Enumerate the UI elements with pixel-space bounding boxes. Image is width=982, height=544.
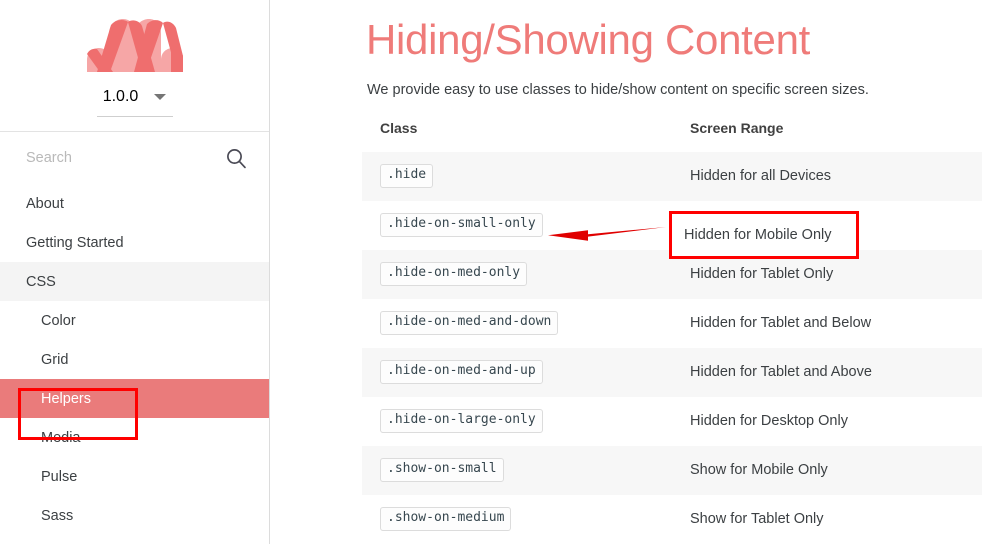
table-row: .show-on-medium Show for Tablet Only (362, 495, 982, 544)
sidebar-item-helpers[interactable]: Helpers (0, 379, 269, 418)
sidebar-nav: About Getting Started CSS Color Grid Hel… (0, 184, 269, 535)
cell-range: Hidden for all Devices (672, 151, 982, 201)
sidebar-item-label: Media (41, 429, 81, 446)
table-head: Class Screen Range (362, 120, 982, 152)
cell-class: .hide (362, 151, 672, 201)
search-container[interactable] (0, 132, 269, 184)
version-underline (96, 116, 173, 117)
app-root: 1.0.0 About Getting Started CSS Color Gr… (0, 0, 982, 544)
cell-range: Hidden for Tablet and Above (672, 347, 982, 397)
sidebar-item-pulse[interactable]: Pulse (0, 457, 269, 496)
sidebar-item-label: Pulse (41, 468, 78, 485)
table-row: .hide Hidden for all Devices (362, 151, 982, 201)
cell-range: Hidden for Mobile Only (672, 201, 982, 250)
helpers-table-container: Class Screen Range .hide Hidden for all … (362, 120, 982, 544)
sidebar-item-label: Helpers (41, 390, 91, 407)
cell-range: Show for Mobile Only (672, 445, 982, 495)
code-chip: .show-on-medium (380, 507, 512, 531)
cell-class: .hide-on-large-only (362, 397, 672, 446)
sidebar-item-label: About (26, 195, 64, 212)
version-selector[interactable]: 1.0.0 (0, 88, 269, 117)
sidebar-item-about[interactable]: About (0, 184, 269, 223)
sidebar-item-media[interactable]: Media (0, 418, 269, 457)
sidebar-item-label: Grid (41, 351, 69, 368)
code-chip: .hide-on-large-only (380, 409, 543, 433)
sidebar-item-css[interactable]: CSS (0, 262, 269, 301)
code-chip: .hide-on-med-and-up (380, 360, 543, 384)
range-label: Show for Mobile Only (690, 462, 828, 478)
cell-range: Show for Tablet Only (672, 495, 982, 544)
cell-class: .hide-on-small-only (362, 201, 672, 250)
cell-class: .hide-on-med-and-up (362, 347, 672, 397)
table-row: .hide-on-large-only Hidden for Desktop O… (362, 397, 982, 446)
helpers-table: Class Screen Range .hide Hidden for all … (362, 120, 982, 544)
column-header-screen-range: Screen Range (690, 119, 784, 136)
code-chip: .hide-on-med-and-down (380, 311, 559, 335)
materialize-m-logo-icon (86, 19, 183, 72)
main-content: Hiding/Showing Content We provide easy t… (270, 0, 982, 544)
sidebar-item-getting-started[interactable]: Getting Started (0, 223, 269, 262)
cell-range: Hidden for Tablet Only (672, 249, 982, 299)
sidebar-item-grid[interactable]: Grid (0, 340, 269, 379)
table-row: .hide-on-med-and-down Hidden for Tablet … (362, 299, 982, 348)
range-label: Show for Tablet Only (690, 511, 824, 527)
table-body: .hide Hidden for all Devices .hide-on-sm… (362, 151, 982, 544)
cell-class: .hide-on-med-and-down (362, 299, 672, 348)
page-subtitle: We provide easy to use classes to hide/s… (367, 81, 869, 98)
range-label: Hidden for all Devices (690, 168, 832, 184)
range-label: Hidden for Mobile Only (690, 217, 838, 233)
cell-class: .show-on-small (362, 445, 672, 495)
table-row: .hide-on-med-and-up Hidden for Tablet an… (362, 347, 982, 397)
sidebar-item-color[interactable]: Color (0, 301, 269, 340)
search-icon[interactable] (225, 147, 247, 169)
sidebar: 1.0.0 About Getting Started CSS Color Gr… (0, 0, 270, 544)
cell-class: .show-on-medium (362, 495, 672, 544)
code-chip: .hide-on-small-only (380, 213, 543, 237)
search-input[interactable] (26, 150, 225, 166)
sidebar-item-label: Getting Started (26, 234, 124, 251)
sidebar-item-label: CSS (26, 273, 56, 290)
page-title: Hiding/Showing Content (366, 16, 811, 63)
cell-class: .hide-on-med-only (362, 249, 672, 299)
cell-range: Hidden for Desktop Only (672, 397, 982, 446)
version-label: 1.0.0 (102, 88, 139, 105)
code-chip: .show-on-small (380, 458, 504, 482)
table-row: .show-on-small Show for Mobile Only (362, 445, 982, 495)
range-label: Hidden for Tablet Only (690, 266, 834, 282)
range-label: Hidden for Tablet and Below (690, 315, 872, 331)
cell-range: Hidden for Tablet and Below (672, 299, 982, 348)
chevron-down-icon[interactable] (154, 94, 167, 100)
range-label: Hidden for Desktop Only (690, 413, 848, 429)
table-header-row: Class Screen Range (362, 120, 982, 152)
sidebar-item-label: Color (41, 312, 76, 329)
code-chip: .hide (380, 164, 434, 188)
sidebar-item-label: Sass (41, 507, 74, 524)
table-row: .hide-on-small-only Hidden for Mobile On… (362, 201, 982, 250)
table-row: .hide-on-med-only Hidden for Tablet Only (362, 249, 982, 299)
range-label: Hidden for Tablet and Above (690, 364, 872, 380)
code-chip: .hide-on-med-only (380, 262, 528, 286)
sidebar-item-sass[interactable]: Sass (0, 496, 269, 535)
logo-container[interactable] (0, 0, 269, 86)
version-row[interactable]: 1.0.0 (96, 88, 174, 106)
column-header-class: Class (380, 119, 418, 136)
